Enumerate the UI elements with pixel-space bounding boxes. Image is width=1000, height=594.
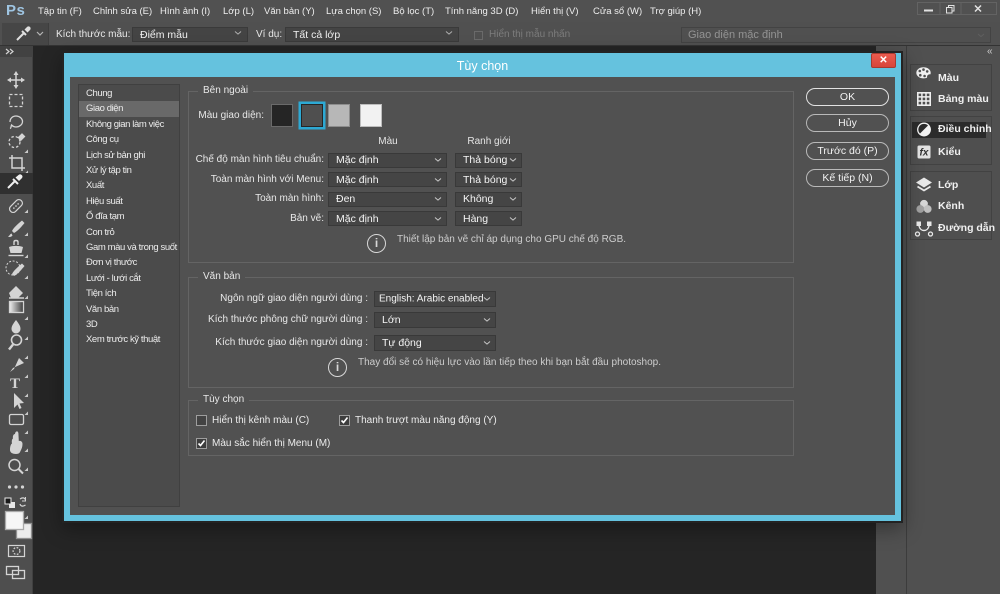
svg-text:fx: fx [920,148,929,159]
svg-text:T: T [10,376,20,392]
